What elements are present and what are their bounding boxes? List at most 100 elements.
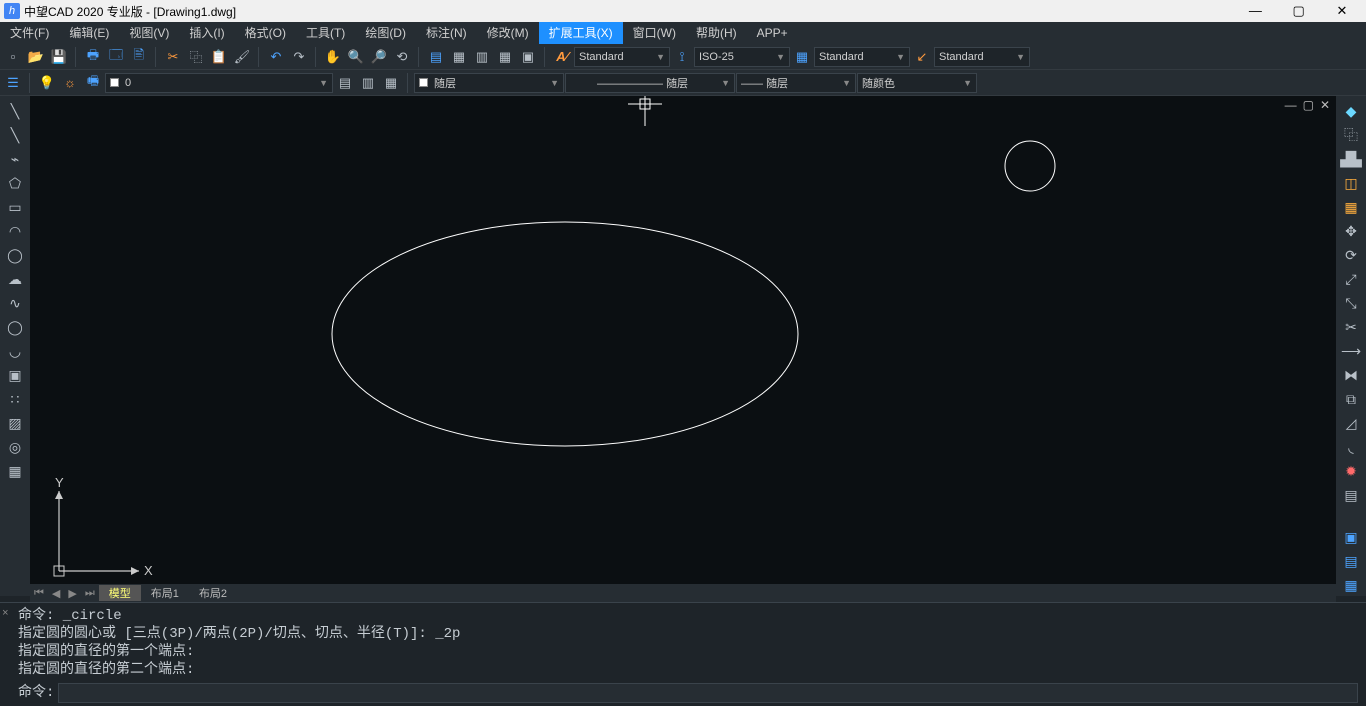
revcloud-icon[interactable]: ☁ [4, 268, 26, 290]
mleaderstyle-select[interactable]: Standard▼ [934, 47, 1030, 67]
explode-icon[interactable]: ✹ [1340, 460, 1362, 482]
extend-icon[interactable]: ⟶ [1340, 340, 1362, 362]
table-icon[interactable]: ▦ [4, 460, 26, 482]
dimstyle-select[interactable]: ISO-25▼ [694, 47, 790, 67]
copy-icon[interactable]: ⿻ [185, 46, 207, 68]
arc-icon[interactable]: ◠ [4, 220, 26, 242]
plotstyle-select[interactable]: 随颜色▼ [857, 73, 977, 93]
rectangle-icon[interactable]: ▭ [4, 196, 26, 218]
preview-icon[interactable]: 🗔 [105, 46, 127, 68]
textstyle-icon[interactable]: A⁄ [551, 46, 573, 68]
panel-3-icon[interactable]: ▦ [1340, 574, 1362, 596]
menu-edit[interactable]: 编辑(E) [59, 22, 119, 44]
menu-insert[interactable]: 插入(I) [179, 22, 234, 44]
new-icon[interactable]: ▫ [2, 46, 24, 68]
layer-lock-icon[interactable]: 🖷 [82, 72, 104, 94]
polyline-icon[interactable]: ⌁ [4, 148, 26, 170]
tab-model[interactable]: 模型 [99, 585, 141, 601]
chamfer-icon[interactable]: ◿ [1340, 412, 1362, 434]
matchprop-icon[interactable]: 🖌 [231, 46, 253, 68]
calculator-icon[interactable]: ▦ [494, 46, 516, 68]
close-button[interactable]: ✕ [1322, 3, 1362, 19]
menu-modify[interactable]: 修改(M) [477, 22, 539, 44]
layer-iso-icon[interactable]: ▤ [334, 72, 356, 94]
point-icon[interactable]: ∷ [4, 388, 26, 410]
save-icon[interactable]: 💾 [48, 46, 70, 68]
dimstyle-icon[interactable]: ⟟ [671, 46, 693, 68]
trim-icon[interactable]: ✂ [1340, 316, 1362, 338]
layer-manager-icon[interactable]: ☰ [2, 72, 24, 94]
menu-draw[interactable]: 绘图(D) [355, 22, 416, 44]
join-icon[interactable]: ⧉ [1340, 388, 1362, 410]
color-select[interactable]: 随层▼ [414, 73, 564, 93]
textstyle-select[interactable]: Standard▼ [574, 47, 670, 67]
menu-tools[interactable]: 工具(T) [296, 22, 355, 44]
hatch-icon[interactable]: ▨ [4, 412, 26, 434]
zoom-window-icon[interactable]: 🔎 [368, 46, 390, 68]
tab-layout1[interactable]: 布局1 [141, 585, 189, 601]
redo-icon[interactable]: ↷ [288, 46, 310, 68]
xline-icon[interactable]: ╲ [4, 124, 26, 146]
undo-icon[interactable]: ↶ [265, 46, 287, 68]
command-input[interactable] [58, 683, 1358, 703]
pan-icon[interactable]: ✋ [322, 46, 344, 68]
region-icon[interactable]: ◎ [4, 436, 26, 458]
linetype-select[interactable]: —————— 随层▼ [565, 73, 735, 93]
pedit-icon[interactable]: ▤ [1340, 484, 1362, 506]
layer-sun-icon[interactable]: ☼ [59, 72, 81, 94]
menu-file[interactable]: 文件(F) [0, 22, 59, 44]
publish-icon[interactable]: 🖹 [128, 46, 150, 68]
rotate-icon[interactable]: ⟳ [1340, 244, 1362, 266]
toolpalette-icon[interactable]: ▥ [471, 46, 493, 68]
maximize-button[interactable]: ▢ [1279, 3, 1319, 19]
stretch-icon[interactable]: ⤡ [1340, 292, 1362, 314]
menu-dimension[interactable]: 标注(N) [416, 22, 477, 44]
polygon-icon[interactable]: ⬠ [4, 172, 26, 194]
tab-next-icon[interactable]: ▶ [64, 587, 80, 600]
minimize-button[interactable]: — [1235, 3, 1275, 18]
layer-uniso-icon[interactable]: ▥ [357, 72, 379, 94]
circle-icon[interactable]: ◯ [4, 244, 26, 266]
layer-prev-icon[interactable]: ▦ [380, 72, 402, 94]
print-icon[interactable]: 🖶 [82, 46, 104, 68]
layer-select[interactable]: 0▼ [105, 73, 333, 93]
zoom-realtime-icon[interactable]: 🔍 [345, 46, 367, 68]
panel-1-icon[interactable]: ▣ [1340, 526, 1362, 548]
lineweight-select[interactable]: —— 随层▼ [736, 73, 856, 93]
tab-layout2[interactable]: 布局2 [189, 585, 237, 601]
menu-format[interactable]: 格式(O) [235, 22, 296, 44]
menu-help[interactable]: 帮助(H) [686, 22, 747, 44]
mirror-icon[interactable]: ▟▙ [1340, 148, 1362, 170]
ellipsearc-icon[interactable]: ◡ [4, 340, 26, 362]
menu-extended-tools[interactable]: 扩展工具(X) [539, 22, 623, 44]
ellipse-icon[interactable]: ◯ [4, 316, 26, 338]
cmd-close-icon[interactable]: × [2, 605, 9, 623]
block-icon[interactable]: ▣ [4, 364, 26, 386]
menu-view[interactable]: 视图(V) [119, 22, 179, 44]
scale-icon[interactable]: ⤢ [1340, 268, 1362, 290]
erase-icon[interactable]: ◆ [1340, 100, 1362, 122]
tab-last-icon[interactable]: ⏭ [81, 587, 99, 600]
break-icon[interactable]: ⧓ [1340, 364, 1362, 386]
cut-icon[interactable]: ✂ [162, 46, 184, 68]
tablestyle-icon[interactable]: ▦ [791, 46, 813, 68]
tab-first-icon[interactable]: ⏮ [30, 587, 48, 600]
panel-2-icon[interactable]: ▤ [1340, 550, 1362, 572]
tab-prev-icon[interactable]: ◀ [48, 587, 64, 600]
offset-icon[interactable]: ◫ [1340, 172, 1362, 194]
fillet-icon[interactable]: ◟ [1340, 436, 1362, 458]
move-icon[interactable]: ✥ [1340, 220, 1362, 242]
line-icon[interactable]: ╲ [4, 100, 26, 122]
zoom-previous-icon[interactable]: ⟲ [391, 46, 413, 68]
open-icon[interactable]: 📂 [25, 46, 47, 68]
array-icon[interactable]: ▦ [1340, 196, 1362, 218]
paste-icon[interactable]: 📋 [208, 46, 230, 68]
layer-light-icon[interactable]: 💡 [36, 72, 58, 94]
tablestyle-select[interactable]: Standard▼ [814, 47, 910, 67]
properties-icon[interactable]: ▤ [425, 46, 447, 68]
drawing-canvas[interactable]: — ▢ ✕ X Y [30, 96, 1336, 596]
copy-mod-icon[interactable]: ⿻ [1340, 124, 1362, 146]
spline-icon[interactable]: ∿ [4, 292, 26, 314]
menu-app[interactable]: APP+ [747, 22, 798, 44]
designcenter-icon[interactable]: ▦ [448, 46, 470, 68]
